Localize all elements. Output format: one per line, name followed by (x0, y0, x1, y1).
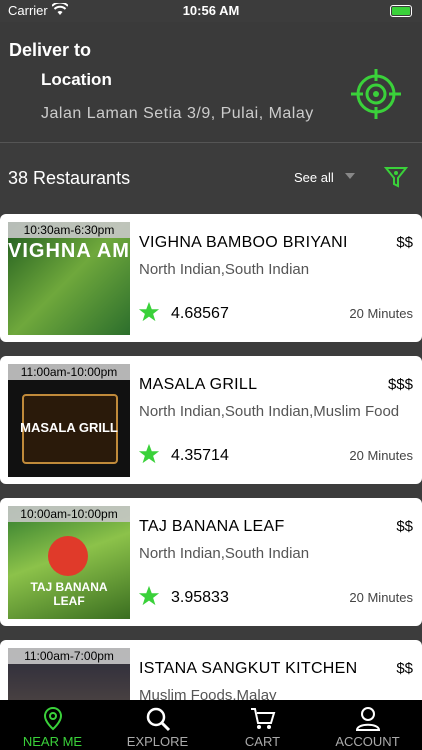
restaurant-card[interactable]: 11:00am-7:00pm ISTANA SANGKUT KITCHEN $$… (0, 640, 422, 700)
hours-badge: 11:00am-7:00pm (8, 648, 130, 664)
clock: 10:56 AM (182, 3, 240, 18)
rating-value: 4.68567 (171, 305, 229, 322)
filter-icon[interactable] (384, 165, 408, 189)
address-field[interactable]: Jalan Laman Setia 3/9, Pulai, Malay (41, 105, 321, 123)
restaurant-card[interactable]: MASALA GRILL 11:00am-10:00pm MASALA GRIL… (0, 356, 422, 484)
deliver-to-title: Deliver to (9, 40, 92, 60)
tab-label: ACCOUNT (335, 734, 400, 749)
restaurant-card[interactable]: TAJ BANANA LEAF 10:00am-10:00pm TAJ BANA… (0, 498, 422, 626)
delivery-time: 20 Minutes (349, 448, 413, 463)
chevron-down-icon[interactable] (345, 173, 355, 179)
see-all-dropdown[interactable]: See all (294, 170, 334, 185)
delivery-header: Deliver to Location Jalan Laman Setia 3/… (0, 22, 422, 143)
tab-label: CART (244, 734, 281, 749)
price-level: $$ (396, 234, 413, 251)
cuisine-label: North Indian,South Indian (139, 261, 310, 278)
hours-badge: 10:00am-10:00pm (8, 506, 130, 522)
star-icon (138, 301, 160, 322)
cart-icon (251, 708, 276, 729)
location-label: Location (41, 70, 112, 89)
tab-account[interactable]: ACCOUNT (315, 700, 420, 750)
restaurant-name: ISTANA SANGKUT KITCHEN (139, 660, 358, 677)
status-bar: Carrier 10:56 AM (0, 0, 422, 22)
cuisine-label: North Indian,South Indian (139, 545, 310, 562)
restaurant-name: MASALA GRILL (139, 376, 258, 393)
thumb-text: MASALA GRILL (20, 420, 118, 435)
rating-value: 4.35714 (171, 447, 229, 464)
rating-value: 3.95833 (171, 589, 229, 606)
restaurant-image: MASALA GRILL 11:00am-10:00pm (8, 364, 130, 477)
star-icon (138, 585, 160, 606)
star-icon (138, 443, 160, 464)
delivery-time: 20 Minutes (349, 590, 413, 605)
tab-explore[interactable]: EXPLORE (105, 700, 210, 750)
tab-cart[interactable]: CART (210, 700, 315, 750)
location-pin-icon (43, 706, 63, 731)
price-level: $$ (396, 518, 413, 535)
cuisine-label: Muslim Foods,Malay (139, 687, 277, 700)
list-toolbar: 38 Restaurants See all (0, 143, 422, 211)
restaurant-list[interactable]: VIGHNA AMBOO BRIYAN 10:30am-6:30pm VIGHN… (0, 214, 422, 700)
search-icon (146, 707, 171, 732)
restaurant-name: TAJ BANANA LEAF (139, 518, 285, 535)
tab-label: EXPLORE (126, 734, 189, 749)
delivery-time: 20 Minutes (349, 306, 413, 321)
thumb-text: TAJ BANANA LEAF (30, 580, 108, 608)
price-level: $$$ (387, 376, 413, 393)
restaurant-image: 11:00am-7:00pm (8, 648, 130, 700)
restaurant-card[interactable]: VIGHNA AMBOO BRIYAN 10:30am-6:30pm VIGHN… (0, 214, 422, 342)
cuisine-label: North Indian,South Indian,Muslim Food (139, 403, 400, 420)
hours-badge: 10:30am-6:30pm (8, 222, 130, 238)
tab-bar: NEAR ME EXPLORE CART ACCOUNT (0, 700, 422, 750)
price-level: $$ (396, 660, 413, 677)
hours-badge: 11:00am-10:00pm (8, 364, 130, 380)
restaurant-count: 38 Restaurants (8, 168, 131, 188)
restaurant-name: VIGHNA BAMBOO BRIYANI (139, 234, 348, 251)
user-icon (355, 707, 381, 731)
restaurant-image: VIGHNA AMBOO BRIYAN 10:30am-6:30pm (8, 222, 130, 335)
restaurant-image: TAJ BANANA LEAF 10:00am-10:00pm (8, 506, 130, 619)
tab-near-me[interactable]: NEAR ME (0, 700, 105, 750)
locate-me-icon[interactable] (349, 67, 403, 121)
thumb-text: VIGHNA AMBOO BRIYAN (8, 240, 130, 262)
tab-label: NEAR ME (22, 734, 83, 749)
battery-icon (390, 5, 412, 17)
